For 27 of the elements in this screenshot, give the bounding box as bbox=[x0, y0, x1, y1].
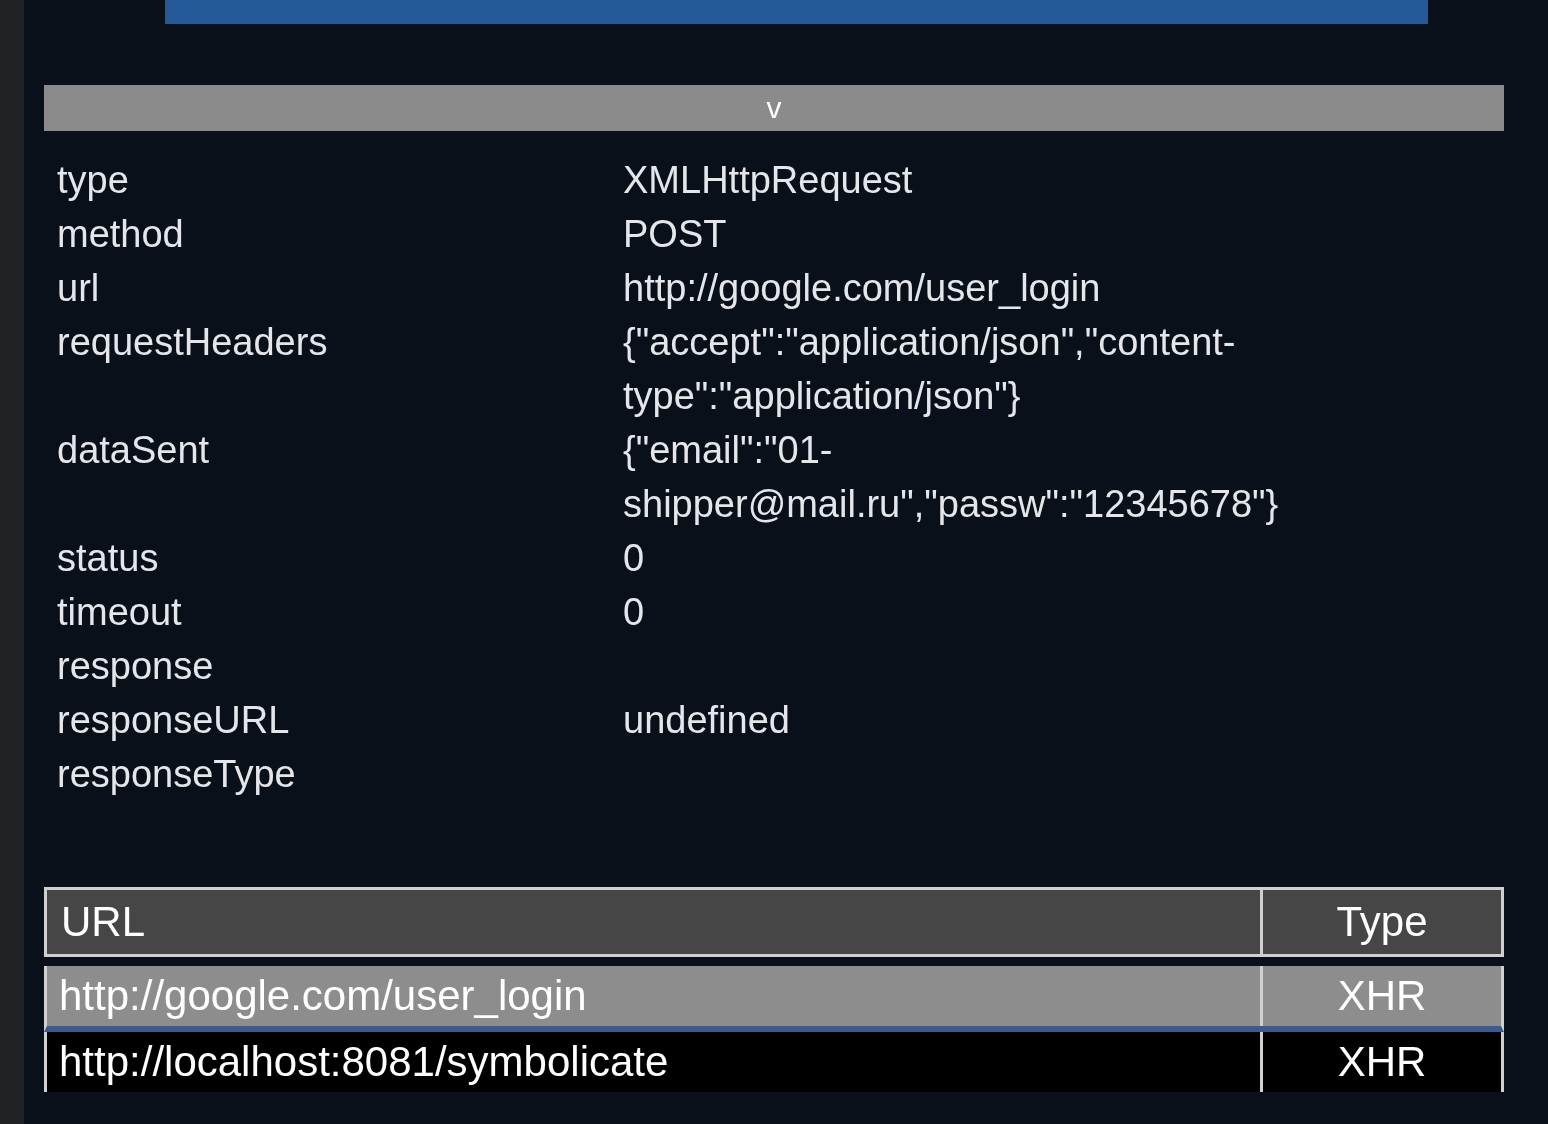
detail-label: requestHeaders bbox=[57, 320, 329, 365]
url-cell-text: http://google.com/user_login bbox=[58, 971, 588, 1021]
request-row[interactable]: http://google.com/user_login XHR bbox=[44, 966, 1504, 1032]
request-row[interactable]: http://localhost:8081/symbolicate XHR bbox=[44, 1032, 1504, 1092]
detail-label: type bbox=[57, 158, 130, 203]
detail-label: responseURL bbox=[57, 698, 291, 743]
detail-value: POST bbox=[623, 212, 728, 257]
detail-label: method bbox=[57, 212, 185, 257]
detail-label: url bbox=[57, 266, 101, 311]
detail-value: {"accept":"application/json","content-type":"application/json"} bbox=[623, 320, 1237, 419]
detail-label: status bbox=[57, 536, 160, 581]
detail-label: dataSent bbox=[57, 428, 211, 473]
collapse-toggle[interactable]: v bbox=[44, 85, 1504, 131]
detail-value: XMLHttpRequest bbox=[623, 158, 914, 203]
detail-label: response bbox=[57, 644, 215, 689]
detail-value: http://google.com/user_login bbox=[623, 266, 1102, 311]
url-cell-text: http://localhost:8081/symbolicate bbox=[58, 1037, 670, 1087]
detail-value: 0 bbox=[623, 590, 646, 635]
detail-value: undefined bbox=[623, 698, 791, 743]
detail-label: timeout bbox=[57, 590, 183, 635]
type-cell: XHR bbox=[1260, 1032, 1501, 1092]
column-header: URL bbox=[60, 897, 147, 947]
detail-value: {"email":"01-shipper@mail.ru","passw":"12345678"} bbox=[623, 428, 1280, 527]
type-cell: XHR bbox=[1260, 966, 1501, 1026]
column-header: Type bbox=[1260, 890, 1501, 954]
detail-value: 0 bbox=[623, 536, 646, 581]
detail-label: responseType bbox=[57, 752, 297, 797]
